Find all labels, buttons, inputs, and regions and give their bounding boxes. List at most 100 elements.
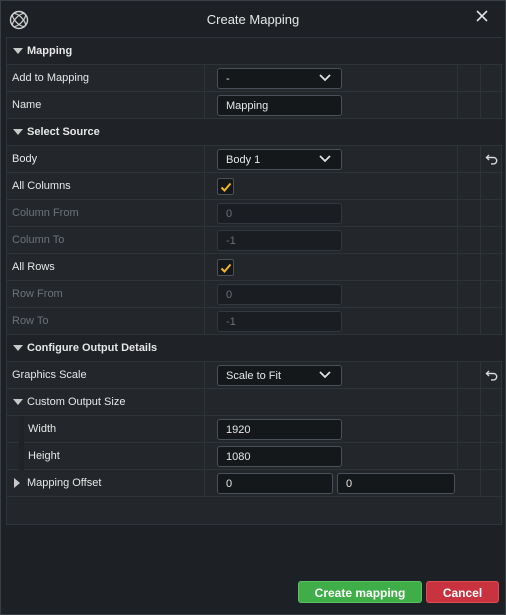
column-divider [480, 443, 481, 470]
column-divider [480, 470, 481, 497]
column-divider [457, 146, 458, 173]
row-body: Body Body 1 [7, 146, 503, 173]
close-icon[interactable] [473, 7, 491, 25]
column-divider [480, 146, 481, 173]
column-divider [480, 92, 481, 119]
section-label: Mapping [27, 45, 73, 57]
height-label: Height [28, 450, 60, 462]
section-select-source[interactable]: Select Source [7, 119, 503, 146]
mapping-offset-y-input[interactable]: 0 [337, 473, 455, 494]
column-divider [204, 227, 205, 254]
column-divider [457, 362, 458, 389]
column-divider [204, 200, 205, 227]
column-to-input: -1 [217, 230, 342, 251]
row-custom-output-size[interactable]: Custom Output Size [7, 389, 503, 416]
row-row-from: Row From 0 [7, 281, 503, 308]
row-to-input: -1 [217, 311, 342, 332]
all-rows-checkbox[interactable] [217, 259, 234, 276]
chevron-down-icon [319, 74, 331, 82]
column-divider [457, 389, 458, 416]
column-divider [457, 443, 458, 470]
reset-icon[interactable] [485, 152, 499, 166]
column-divider [457, 254, 458, 281]
name-input[interactable]: Mapping [217, 95, 342, 116]
column-divider [480, 281, 481, 308]
graphics-scale-label: Graphics Scale [12, 369, 87, 381]
mapping-offset-x-input[interactable]: 0 [217, 473, 333, 494]
chevron-right-icon [14, 478, 20, 488]
row-mapping-offset[interactable]: Mapping Offset 0 0 [7, 470, 503, 497]
column-divider [480, 416, 481, 443]
height-input[interactable]: 1080 [217, 446, 342, 467]
chevron-down-icon [13, 399, 23, 405]
row-height: Height 1080 [7, 443, 503, 470]
row-column-to: Column To -1 [7, 227, 503, 254]
row-width: Width 1920 [7, 416, 503, 443]
chevron-down-icon [319, 371, 331, 379]
column-divider [204, 254, 205, 281]
width-label: Width [28, 423, 57, 435]
body-dropdown[interactable]: Body 1 [217, 149, 342, 170]
chevron-down-icon [13, 345, 23, 351]
column-divider [480, 227, 481, 254]
body-label: Body [12, 153, 38, 165]
row-from-input: 0 [217, 284, 342, 305]
section-configure-output[interactable]: Configure Output Details [7, 335, 503, 362]
column-divider [457, 92, 458, 119]
column-divider [480, 308, 481, 335]
row-row-to: Row To -1 [7, 308, 503, 335]
create-mapping-dialog: Create Mapping Mapping Add to Mapping - … [0, 0, 506, 615]
column-divider [480, 65, 481, 92]
column-divider [480, 254, 481, 281]
row-name: Name Mapping [7, 92, 503, 119]
reset-icon[interactable] [485, 368, 499, 382]
column-divider [204, 470, 205, 497]
indent-guide [19, 443, 24, 470]
column-divider [480, 362, 481, 389]
column-divider [480, 389, 481, 416]
row-column-from: Column From 0 [7, 200, 503, 227]
add-to-mapping-dropdown[interactable]: - [217, 68, 342, 89]
column-divider [457, 308, 458, 335]
graphics-scale-dropdown[interactable]: Scale to Fit [217, 365, 342, 386]
section-label: Select Source [27, 126, 100, 138]
all-columns-checkbox[interactable] [217, 178, 234, 195]
checkmark-icon [220, 263, 232, 273]
column-divider [480, 173, 481, 200]
column-divider [457, 281, 458, 308]
column-divider [204, 389, 205, 416]
chevron-down-icon [319, 155, 331, 163]
column-divider [457, 65, 458, 92]
create-mapping-button[interactable]: Create mapping [298, 581, 422, 603]
column-divider [457, 227, 458, 254]
row-graphics-scale: Graphics Scale Scale to Fit [7, 362, 503, 389]
width-input[interactable]: 1920 [217, 419, 342, 440]
cancel-button[interactable]: Cancel [426, 581, 499, 603]
column-divider [204, 416, 205, 443]
mapping-offset-label: Mapping Offset [27, 477, 102, 489]
column-divider [204, 65, 205, 92]
column-divider [457, 173, 458, 200]
column-divider [204, 362, 205, 389]
section-label: Configure Output Details [27, 342, 158, 354]
dropdown-value: Body 1 [226, 154, 261, 166]
row-all-rows: All Rows [7, 254, 503, 281]
custom-output-size-label: Custom Output Size [27, 396, 126, 408]
indent-guide [19, 416, 24, 443]
column-divider [457, 416, 458, 443]
all-columns-label: All Columns [12, 180, 71, 192]
column-divider [204, 443, 205, 470]
row-from-label: Row From [12, 288, 63, 300]
column-divider [204, 92, 205, 119]
column-divider [457, 200, 458, 227]
row-add-to-mapping: Add to Mapping - [7, 65, 503, 92]
column-divider [480, 200, 481, 227]
column-from-input: 0 [217, 203, 342, 224]
column-to-label: Column To [12, 234, 65, 246]
dropdown-value: - [226, 73, 230, 85]
column-from-label: Column From [12, 207, 79, 219]
chevron-down-icon [13, 129, 23, 135]
section-mapping[interactable]: Mapping [7, 38, 503, 65]
property-grid: Mapping Add to Mapping - Name Mapping Se… [6, 37, 503, 525]
name-label: Name [12, 99, 42, 111]
